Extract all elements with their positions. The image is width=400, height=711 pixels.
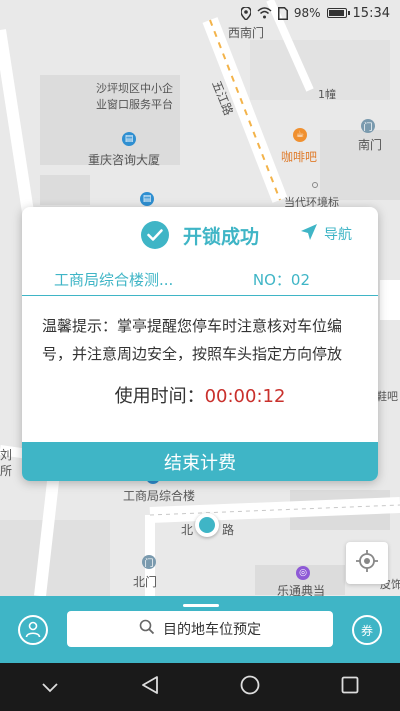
map-dot-icon	[312, 182, 318, 188]
building-poi-icon: ▤	[122, 132, 136, 146]
parking-number: NO：02	[252, 270, 310, 289]
map-label-gongshang: 工商局综合楼	[123, 489, 196, 503]
location-status-icon	[240, 6, 251, 20]
map-label-letong: 乐通典当	[277, 584, 326, 596]
battery-fill	[328, 10, 345, 16]
map-label-left2: 所	[0, 464, 13, 478]
dialog-header: 开锁成功 导航	[22, 207, 378, 263]
bottom-panel: 目的地车位预定 券	[0, 596, 400, 663]
map-label-coffee: 咖啡吧	[281, 150, 318, 164]
battery-icon	[326, 8, 350, 18]
parking-location: 工商局综合楼测...	[54, 270, 174, 289]
map-label-shapingba2: 业窗口服务平台	[96, 98, 173, 111]
profile-button[interactable]	[18, 615, 48, 645]
map-label-north-road2: 路	[222, 523, 235, 537]
map-label-right1: 鞋吧	[376, 390, 398, 403]
wifi-icon	[257, 7, 272, 19]
building-poi-icon-2: ▤	[140, 192, 154, 206]
map-label-chongqing-consult: 重庆咨询大厦	[88, 153, 161, 167]
recents-square-icon	[341, 676, 359, 698]
crosshair-icon	[356, 550, 378, 576]
back-button[interactable]	[130, 667, 170, 707]
home-circle-icon	[240, 675, 260, 699]
check-circle-icon	[140, 221, 169, 249]
drag-handle[interactable]	[183, 604, 219, 607]
map-label-ximen: 西南门	[228, 26, 265, 40]
gate-poi-icon: 门	[361, 119, 375, 133]
locate-me-button[interactable]	[346, 542, 388, 584]
shop-poi-icon: ◎	[296, 566, 310, 580]
user-icon	[24, 620, 42, 641]
map-label-shapingba: 沙坪坝区中小企	[96, 82, 173, 95]
dialog-body: 温馨提示：掌亭提醒您停车时注意核对车位编号，并注意周边安全，按照车头指定方向停放…	[22, 296, 378, 408]
destination-search-input[interactable]: 目的地车位预定	[67, 611, 333, 647]
search-placeholder: 目的地车位预定	[163, 622, 261, 638]
usage-time-value: 00:00:12	[204, 386, 286, 407]
map-label-south-gate: 南门	[358, 138, 383, 152]
recents-button[interactable]	[330, 667, 370, 707]
map-label-left1: 刘	[0, 448, 13, 462]
unlock-success-dialog: 开锁成功 导航 工商局综合楼测... NO：02 温馨提示：掌亭提醒您停车时注意…	[22, 207, 378, 481]
gate-poi-icon-2: 门	[142, 555, 156, 569]
usage-time-row: 使用时间：00:00:12	[42, 382, 358, 408]
home-button[interactable]	[230, 667, 270, 707]
clock: 15:34	[352, 5, 390, 21]
dialog-title: 开锁成功	[182, 225, 259, 248]
sim-icon	[277, 6, 288, 20]
usage-time-label: 使用时间：	[114, 386, 205, 407]
parking-info-row: 工商局综合楼测... NO：02	[22, 263, 378, 296]
search-icon	[139, 619, 155, 639]
map-label-north-road: 北	[181, 523, 194, 537]
battery-percent: 98%	[293, 6, 321, 20]
warm-tip-text: 温馨提示：掌亭提醒您停车时注意核对车位编号，并注意周边安全，按照车头指定方向停放	[42, 317, 343, 363]
navigate-button[interactable]: 导航	[300, 223, 352, 245]
system-navigation-bar	[0, 663, 400, 711]
coffee-poi-icon: ☕	[293, 128, 307, 142]
chevron-down-icon	[42, 678, 58, 697]
status-bar: 98% 15:34	[0, 0, 400, 26]
back-triangle-icon	[141, 676, 159, 698]
map-label-building1: 1幢	[318, 88, 336, 101]
coupon-label: 券	[360, 623, 373, 638]
collapse-button[interactable]	[30, 667, 70, 707]
coupon-button[interactable]: 券	[352, 615, 382, 645]
current-location-marker	[195, 513, 219, 537]
end-billing-button[interactable]: 结束计费	[22, 442, 378, 481]
navigation-arrow-icon	[300, 223, 318, 245]
navigate-label: 导航	[324, 227, 352, 243]
map-label-north-gate: 北门	[133, 575, 158, 589]
